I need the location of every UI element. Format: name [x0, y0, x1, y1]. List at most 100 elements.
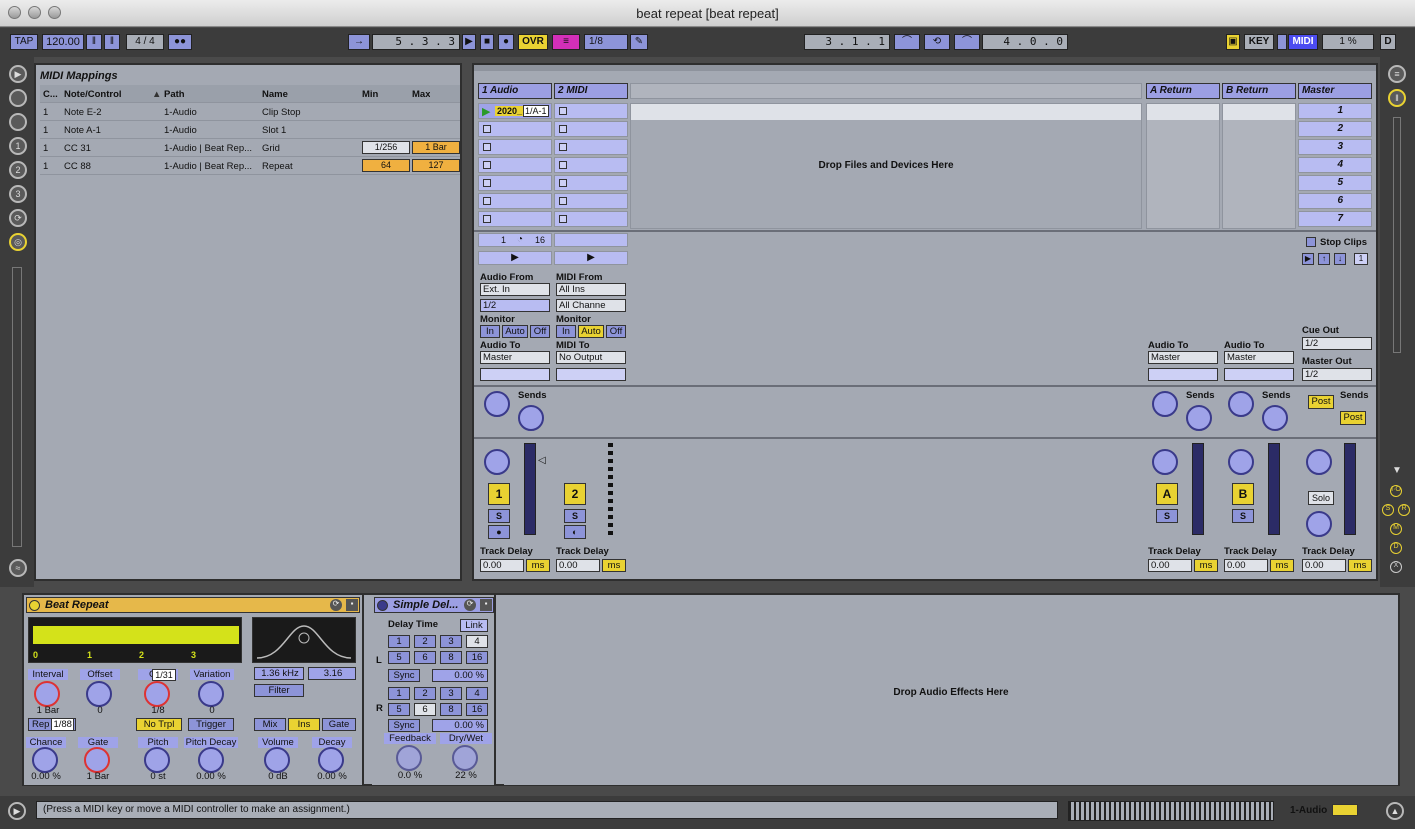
grid-knob[interactable] [144, 681, 170, 707]
return-b-output-channel[interactable] [1224, 368, 1294, 381]
right-beat-6[interactable]: 6 [414, 703, 436, 716]
right-beat-5[interactable]: 5 [388, 703, 410, 716]
left-beat-5[interactable]: 5 [388, 651, 410, 664]
clip-slot[interactable] [554, 139, 628, 155]
scene-down-icon[interactable]: ↓ [1334, 253, 1346, 265]
track-activator-1[interactable]: 1 [488, 483, 510, 505]
right-beat-2[interactable]: 2 [414, 687, 436, 700]
col-channel[interactable]: C... [43, 89, 58, 100]
col-min[interactable]: Min [362, 89, 378, 100]
time-signature-field[interactable]: 4 / 4 [126, 34, 164, 50]
mixer-section-icon[interactable]: M [1390, 523, 1402, 535]
return-a-send-b-knob[interactable] [1186, 405, 1212, 431]
solo-button-return-a[interactable]: S [1156, 509, 1178, 523]
track-header-midi[interactable]: 2 MIDI [554, 83, 628, 99]
clip-slot[interactable] [554, 157, 628, 173]
clip-slot[interactable] [478, 157, 552, 173]
places-2-icon[interactable]: 2 [9, 161, 27, 179]
link-button[interactable]: Link [460, 619, 488, 632]
col-name[interactable]: Name [262, 89, 288, 100]
punch-out-icon[interactable]: ⌒ [954, 34, 980, 50]
places-3-icon[interactable]: 3 [9, 185, 27, 203]
record-icon[interactable]: ● [498, 34, 514, 50]
track-delay-return-a[interactable]: 0.00 [1148, 559, 1192, 572]
mapping-min-field[interactable]: 1/256 [362, 141, 410, 154]
play-icon[interactable]: ▶ [462, 34, 476, 50]
clip-overview-strip[interactable] [1068, 801, 1274, 821]
track-delay-unit-return-a[interactable]: ms [1194, 559, 1218, 572]
punch-in-icon[interactable]: ⌒ [894, 34, 920, 50]
col-path[interactable]: Path [164, 89, 185, 100]
return-a-output[interactable]: Master [1148, 351, 1218, 364]
scene-launch-icon[interactable]: ▶ [1302, 253, 1314, 265]
drop-files-area[interactable]: Drop Files and Devices Here [630, 103, 1142, 229]
feedback-knob[interactable] [396, 745, 422, 771]
cue-volume-knob[interactable] [1306, 511, 1332, 537]
audio-output-channel[interactable] [480, 368, 550, 381]
hot-swap-icon[interactable]: ⟳ [9, 209, 27, 227]
pan-knob-return-b[interactable] [1228, 449, 1254, 475]
track-header-master[interactable]: Master [1298, 83, 1372, 99]
key-map-icon[interactable]: ▣ [1226, 34, 1240, 50]
loop-start-field[interactable]: 3 . 1 . 1 [804, 34, 890, 50]
master-out-select[interactable]: 1/2 [1302, 368, 1372, 381]
track-delay-return-b[interactable]: 0.00 [1224, 559, 1268, 572]
right-sync-button[interactable]: Sync [388, 719, 420, 732]
interval-knob[interactable] [34, 681, 60, 707]
stop-clips-icon[interactable] [1306, 237, 1316, 247]
track-activator-2[interactable]: 2 [564, 483, 586, 505]
clip-slot-playing[interactable]: ▶ 2020_ 1/A-1 [478, 103, 552, 119]
return-a-send-a-knob[interactable] [1152, 391, 1178, 417]
scroll-down-icon[interactable]: ▼ [1392, 465, 1402, 476]
mapping-row[interactable]: 1 CC 88 1-Audio | Beat Rep... Repeat 64 … [40, 157, 460, 175]
filter-q-field[interactable]: 3.16 [308, 667, 356, 680]
overview-ruler[interactable] [474, 65, 1376, 71]
delay-section-icon[interactable]: D [1390, 542, 1402, 554]
audio-monitor-auto[interactable]: Auto [502, 325, 528, 338]
offset-knob[interactable] [86, 681, 112, 707]
track-header-a-return[interactable]: A Return [1146, 83, 1220, 99]
return-b-output[interactable]: Master [1224, 351, 1294, 364]
draw-mode-icon[interactable]: ✎ [630, 34, 648, 50]
midi-input-channel[interactable]: All Channe [556, 299, 626, 312]
cue-out-select[interactable]: 1/2 [1302, 337, 1372, 350]
post-button-b[interactable]: Post [1340, 411, 1366, 425]
midi-output[interactable]: No Output [556, 351, 626, 364]
delay-save-preset-icon[interactable]: ▪ [480, 599, 492, 611]
midi-map-icon[interactable] [1277, 34, 1287, 50]
solo-button-midi[interactable]: S [564, 509, 586, 523]
trigger-menu[interactable]: Trigger [188, 718, 234, 731]
solo-button-return-b[interactable]: S [1232, 509, 1254, 523]
return-b-send-a-knob[interactable] [1228, 391, 1254, 417]
filter-toggle[interactable]: Filter [254, 684, 304, 697]
drop-effects-area[interactable]: Drop Audio Effects Here [504, 595, 1398, 785]
back-to-arrangement-icon[interactable]: ≡ [552, 34, 580, 50]
return-b-send-b-knob[interactable] [1262, 405, 1288, 431]
arm-button-midi[interactable]: ◐ [564, 525, 586, 539]
clip-slot[interactable] [478, 121, 552, 137]
pitch-knob[interactable] [144, 747, 170, 773]
midi-map-button[interactable]: MIDI [1288, 34, 1318, 50]
track-delay-unit-midi[interactable]: ms [602, 559, 626, 572]
audio-monitor-off[interactable]: Off [530, 325, 550, 338]
session-view-icon[interactable]: ‖ [1388, 89, 1406, 107]
return-b-activator[interactable]: B [1232, 483, 1254, 505]
right-beat-3[interactable]: 3 [440, 687, 462, 700]
mapping-max-field[interactable]: 127 [412, 159, 460, 172]
pan-knob-return-a[interactable] [1152, 449, 1178, 475]
arrangement-view-icon[interactable]: ≡ [1388, 65, 1406, 83]
audio-output[interactable]: Master [480, 351, 550, 364]
volume-knob[interactable] [264, 747, 290, 773]
mapping-row[interactable]: 1 Note E-2 1-Audio Clip Stop [40, 103, 460, 121]
delay-hot-swap-icon[interactable]: ⟳ [464, 599, 476, 611]
stop-clip-audio-icon[interactable]: ▶ [478, 251, 552, 265]
send-a-knob[interactable] [484, 391, 510, 417]
scene-2[interactable]: 2 [1298, 121, 1372, 137]
scene-4[interactable]: 4 [1298, 157, 1372, 173]
scene-up-icon[interactable]: ↑ [1318, 253, 1330, 265]
track-delay-unit-master[interactable]: ms [1348, 559, 1372, 572]
track-delay-master[interactable]: 0.00 [1302, 559, 1346, 572]
device-browser-icon[interactable] [9, 89, 27, 107]
mapping-max-field[interactable]: 1 Bar [412, 141, 460, 154]
mapping-min-field[interactable]: 64 [362, 159, 410, 172]
